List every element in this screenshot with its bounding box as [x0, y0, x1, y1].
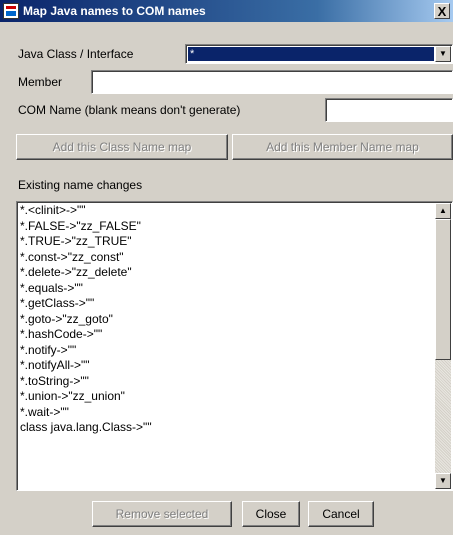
close-button[interactable]: Close [242, 501, 300, 527]
list-item[interactable]: *.equals->"" [19, 281, 434, 297]
list-items-container: *.<clinit>->"" *.FALSE->"zz_FALSE" *.TRUE-… [19, 203, 434, 488]
list-item[interactable]: *.notifyAll->"" [19, 358, 434, 374]
existing-name-changes-list[interactable]: *.<clinit>->"" *.FALSE->"zz_FALSE" *.TRUE-… [16, 201, 453, 491]
add-member-name-map-button[interactable]: Add this Member Name map [232, 134, 453, 160]
list-item[interactable]: *.hashCode->"" [19, 327, 434, 343]
com-name-input[interactable] [325, 98, 453, 122]
app-icon [3, 3, 19, 19]
remove-selected-button[interactable]: Remove selected [92, 501, 232, 527]
list-item[interactable]: *.<clinit>->"" [19, 203, 434, 219]
list-item[interactable]: *.delete->"zz_delete" [19, 265, 434, 281]
add-class-name-map-button[interactable]: Add this Class Name map [16, 134, 228, 160]
list-item[interactable]: class java.lang.Class->"" [19, 420, 434, 436]
list-item[interactable]: *.toString->"" [19, 374, 434, 390]
scrollbar-thumb[interactable] [435, 219, 451, 360]
list-item[interactable]: *.union->"zz_union" [19, 389, 434, 405]
title-bar[interactable]: Map Java names to COM names X [0, 0, 453, 22]
member-label: Member [18, 75, 63, 89]
list-item[interactable]: *.getClass->"" [19, 296, 434, 312]
window-title: Map Java names to COM names [23, 4, 206, 18]
list-item[interactable]: *.wait->"" [19, 405, 434, 421]
list-item[interactable]: *.notify->"" [19, 343, 434, 359]
member-input[interactable] [91, 70, 453, 94]
close-window-button[interactable]: X [434, 3, 450, 19]
java-class-label: Java Class / Interface [18, 47, 134, 61]
java-class-select[interactable]: * ▼ [185, 44, 453, 64]
list-item[interactable]: *.const->"zz_const" [19, 250, 434, 266]
list-item[interactable]: *.FALSE->"zz_FALSE" [19, 219, 434, 235]
arrow-up-icon[interactable]: ▲ [435, 203, 451, 219]
vertical-scrollbar[interactable]: ▲ ▼ [435, 203, 451, 489]
com-name-label: COM Name (blank means don't generate) [18, 103, 241, 117]
java-class-selected-value: * [188, 47, 434, 61]
cancel-button[interactable]: Cancel [308, 501, 374, 527]
existing-name-changes-label: Existing name changes [18, 178, 143, 192]
list-item[interactable]: *.goto->"zz_goto" [19, 312, 434, 328]
chevron-down-icon[interactable]: ▼ [435, 46, 451, 62]
list-item[interactable]: *.TRUE->"zz_TRUE" [19, 234, 434, 250]
arrow-down-icon[interactable]: ▼ [435, 473, 451, 489]
